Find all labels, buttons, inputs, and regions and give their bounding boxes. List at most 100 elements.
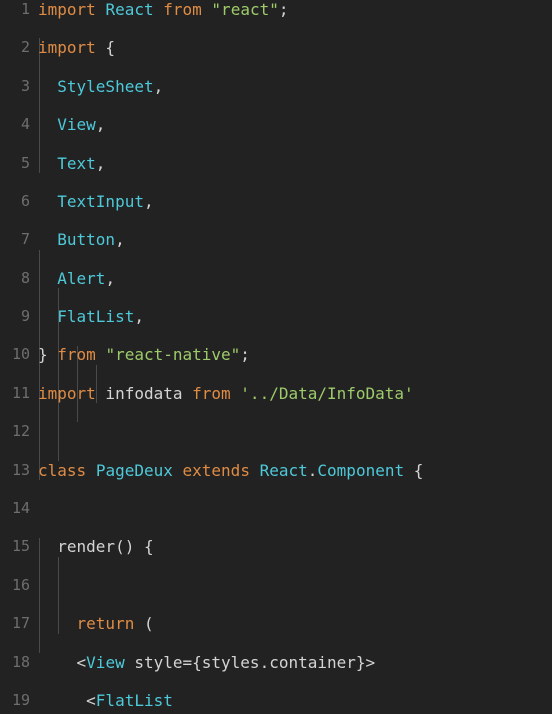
token: < xyxy=(38,652,87,672)
line-number: 18 xyxy=(11,652,30,671)
line-number: 10 xyxy=(11,345,30,364)
line-number: 2 xyxy=(20,38,30,57)
token: Button xyxy=(57,230,116,250)
code-line[interactable]: 18 <View style={styles.container}> xyxy=(0,653,552,672)
code-line[interactable]: 17 return ( xyxy=(0,614,552,633)
token: import xyxy=(38,38,96,58)
token: TextInput xyxy=(57,191,144,211)
token: extends xyxy=(182,460,250,480)
token: { xyxy=(95,38,116,58)
line-number: 9 xyxy=(20,307,30,326)
token: class xyxy=(38,460,87,480)
token: } xyxy=(38,345,58,365)
token: infodata xyxy=(95,383,193,403)
line-number: 13 xyxy=(11,460,30,479)
token: StyleSheet xyxy=(57,76,154,96)
line-number: 15 xyxy=(11,537,30,556)
token: , xyxy=(95,153,106,173)
code-line[interactable]: 14 xyxy=(0,499,552,518)
code-lines: 1 import React from "react"; 2 import {3 St… xyxy=(0,0,552,714)
token: from xyxy=(192,383,231,403)
line-content: View, xyxy=(38,115,105,134)
line-content: <FlatList xyxy=(38,691,173,710)
code-line[interactable]: 2 import { xyxy=(0,38,552,57)
token: ( xyxy=(134,614,154,634)
token: View xyxy=(86,652,125,672)
token: , xyxy=(95,115,106,135)
code-line[interactable]: 6 TextInput, xyxy=(0,192,552,211)
line-content: <View style={styles.container}> xyxy=(38,652,376,672)
token: "react-native" xyxy=(105,345,241,365)
token: , xyxy=(143,191,154,211)
line-number: 6 xyxy=(20,191,30,210)
line-number: 3 xyxy=(20,76,30,95)
token: { xyxy=(404,460,424,480)
code-line[interactable]: 9 FlatList, xyxy=(0,307,552,326)
token: FlatList xyxy=(95,690,173,710)
code-line[interactable]: 3 StyleSheet, xyxy=(0,77,552,96)
token: '../Data/InfoData' xyxy=(240,383,414,403)
code-editor[interactable]: 1 import React from "react"; 2 import {3 St… xyxy=(0,0,552,714)
token: React xyxy=(259,460,308,480)
token: import xyxy=(38,383,96,403)
line-number: 12 xyxy=(11,422,30,441)
line-number: 19 xyxy=(11,690,30,709)
token: return xyxy=(76,614,135,634)
token: ; xyxy=(240,345,250,365)
line-number: 14 xyxy=(11,499,30,518)
code-line[interactable]: 15 render() { xyxy=(0,537,552,556)
line-content: Alert, xyxy=(38,269,115,288)
line-content: StyleSheet, xyxy=(38,77,163,96)
code-line[interactable]: 19 <FlatList xyxy=(0,691,552,710)
line-content: class PageDeux extends React.Component { xyxy=(38,461,423,480)
line-content: FlatList, xyxy=(38,307,144,326)
token: , xyxy=(115,230,125,250)
code-line[interactable]: 5 Text, xyxy=(0,154,552,173)
line-content: } from "react-native"; xyxy=(38,345,250,364)
token: import xyxy=(38,0,96,19)
token: render() { xyxy=(38,537,154,557)
code-line[interactable]: 11 import infodata from '../Data/InfoData… xyxy=(0,384,552,403)
token: style={styles.container}> xyxy=(124,652,376,672)
token: View xyxy=(57,115,96,135)
code-line[interactable]: 13 class PageDeux extends React.Component… xyxy=(0,461,552,480)
line-content: import React from "react"; xyxy=(38,0,289,19)
line-content: Button, xyxy=(38,230,125,250)
token: from xyxy=(163,0,202,19)
line-number: 8 xyxy=(20,268,30,287)
line-content: return ( xyxy=(38,614,154,633)
code-line[interactable]: 4 View, xyxy=(0,115,552,134)
line-number: 17 xyxy=(11,614,30,633)
token: React xyxy=(105,0,154,19)
token: Alert xyxy=(57,268,106,288)
line-number: 11 xyxy=(11,383,30,402)
code-line[interactable]: 8 Alert, xyxy=(0,269,552,288)
line-content: Text, xyxy=(38,154,105,173)
code-line[interactable]: 16 xyxy=(0,576,552,595)
token: , xyxy=(105,268,116,288)
code-line[interactable]: 12 xyxy=(0,422,552,441)
token: FlatList xyxy=(57,307,135,327)
code-line[interactable]: 10} from "react-native"; xyxy=(0,345,552,364)
token: from xyxy=(57,345,96,365)
token: Text xyxy=(57,153,96,173)
code-line[interactable]: 1 import React from "react"; xyxy=(0,0,552,19)
code-line[interactable]: 7 Button, xyxy=(0,230,552,249)
line-content: import infodata from '../Data/InfoData' xyxy=(38,384,414,403)
